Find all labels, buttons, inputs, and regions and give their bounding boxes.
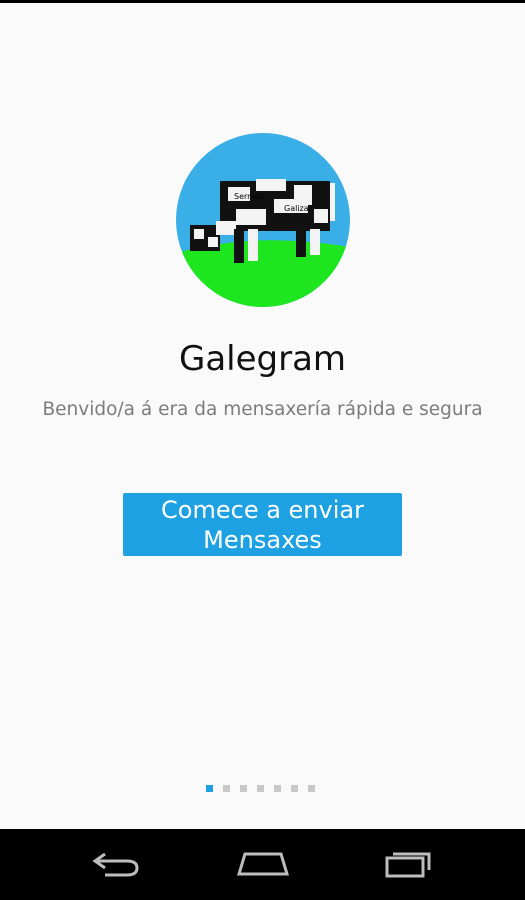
page-dot: [291, 785, 298, 792]
start-messaging-label: Comece a enviar Mensaxes: [161, 495, 364, 554]
back-icon: [91, 848, 143, 882]
navigation-bar: [0, 829, 525, 900]
recents-icon: [381, 848, 437, 882]
recents-button[interactable]: [374, 847, 444, 883]
page-dot: [308, 785, 315, 792]
page-dot: [223, 785, 230, 792]
home-button[interactable]: [228, 847, 298, 883]
welcome-subtitle: Benvido/a á era da mensaxería rápida e s…: [42, 399, 483, 420]
page-dot: [257, 785, 264, 792]
home-icon: [235, 848, 291, 882]
page-dot: [240, 785, 247, 792]
app-title: Galegram: [178, 339, 347, 379]
svg-text:Sermos: Sermos: [234, 192, 264, 201]
start-messaging-button[interactable]: Comece a enviar Mensaxes: [123, 493, 402, 556]
cow-logo-icon: Sermos Galiza: [176, 133, 350, 307]
intro-screen: Sermos Galiza Galegram Benvido/a á era d…: [0, 3, 525, 829]
svg-text:Galiza: Galiza: [284, 204, 309, 213]
page-indicator: [206, 785, 315, 793]
page-dot: [206, 785, 213, 792]
page-dot: [274, 785, 281, 792]
back-button[interactable]: [82, 847, 152, 883]
